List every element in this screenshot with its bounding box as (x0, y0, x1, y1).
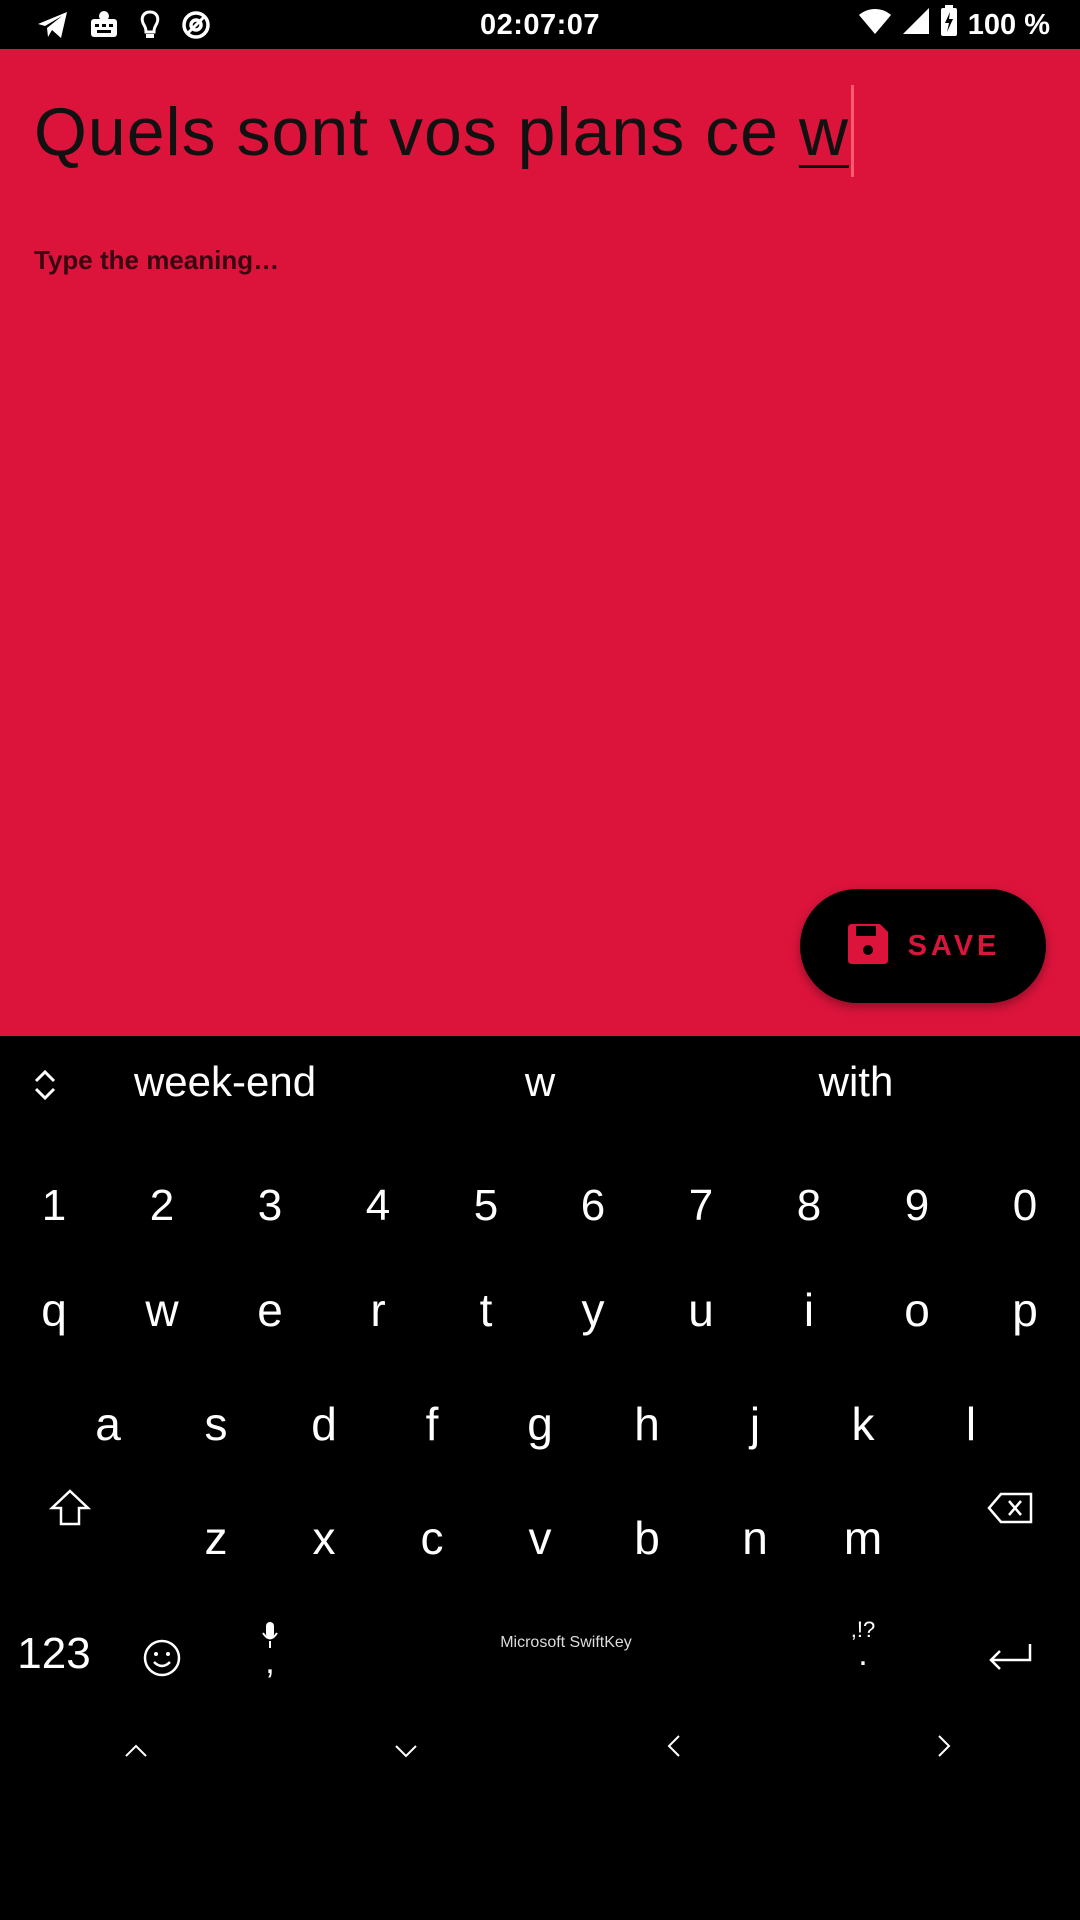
key-v[interactable]: v (500, 1508, 580, 1568)
keyboard: week-end w with 1 2 3 4 5 6 7 8 9 0 q w … (0, 1036, 1080, 1920)
enter-key[interactable] (960, 1596, 1060, 1670)
cursor-down-key[interactable] (366, 1712, 446, 1772)
key-0[interactable]: 0 (985, 1176, 1065, 1236)
key-g[interactable]: g (500, 1394, 580, 1454)
key-9[interactable]: 9 (877, 1176, 957, 1236)
suggestion-bar: week-end w with (0, 1036, 1080, 1126)
key-d[interactable]: d (284, 1394, 364, 1454)
expand-toolbar-icon[interactable] (30, 1068, 60, 1101)
save-button[interactable]: SAVE (800, 889, 1046, 1003)
key-y[interactable]: y (553, 1280, 633, 1340)
key-n[interactable]: n (715, 1508, 795, 1568)
key-f[interactable]: f (392, 1394, 472, 1454)
backspace-icon (987, 1492, 1033, 1524)
comma-key[interactable]: , (230, 1584, 310, 1694)
key-1[interactable]: 1 (14, 1176, 94, 1236)
key-l[interactable]: l (931, 1394, 1011, 1454)
text-caret (850, 85, 854, 177)
key-w[interactable]: w (122, 1280, 202, 1340)
key-2[interactable]: 2 (122, 1176, 202, 1236)
period-label: . (858, 1635, 868, 1673)
composing-word: w (798, 93, 849, 170)
enter-icon (989, 1644, 1032, 1670)
key-k[interactable]: k (823, 1394, 903, 1454)
save-icon (846, 922, 890, 971)
note-editor: Quels sont vos plans ce w Type the meani… (0, 49, 1080, 1036)
emoji-key[interactable] (122, 1596, 202, 1677)
signal-icon (902, 7, 930, 43)
key-c[interactable]: c (392, 1508, 472, 1568)
title-input[interactable]: Quels sont vos plans ce w (34, 85, 854, 183)
key-a[interactable]: a (68, 1394, 148, 1454)
comma-label: , (265, 1643, 275, 1681)
key-u[interactable]: u (661, 1280, 741, 1340)
chevron-down-icon (395, 1745, 417, 1758)
cursor-up-key[interactable] (96, 1712, 176, 1772)
chevron-up-icon (125, 1744, 147, 1757)
key-5[interactable]: 5 (446, 1176, 526, 1236)
battery-charging-icon (940, 5, 958, 45)
emoji-icon (143, 1639, 181, 1677)
suggestion-1[interactable]: week-end (105, 1058, 345, 1106)
key-3[interactable]: 3 (230, 1176, 310, 1236)
battery-level: 100 % (967, 8, 1050, 41)
space-bar[interactable]: Microsoft SwiftKey (450, 1634, 682, 1652)
chevron-right-icon (938, 1735, 951, 1757)
key-6[interactable]: 6 (553, 1176, 633, 1236)
key-z[interactable]: z (176, 1508, 256, 1568)
key-j[interactable]: j (715, 1394, 795, 1454)
key-q[interactable]: q (14, 1280, 94, 1340)
suggestion-2[interactable]: w (440, 1058, 640, 1106)
shift-key[interactable] (30, 1478, 110, 1538)
key-h[interactable]: h (607, 1394, 687, 1454)
key-e[interactable]: e (230, 1280, 310, 1340)
key-b[interactable]: b (607, 1508, 687, 1568)
key-m[interactable]: m (823, 1508, 903, 1568)
period-key[interactable]: ,!? . (823, 1584, 903, 1694)
key-7[interactable]: 7 (661, 1176, 741, 1236)
title-text: Quels sont vos plans ce (34, 93, 799, 170)
key-s[interactable]: s (176, 1394, 256, 1454)
suggestion-3[interactable]: with (756, 1058, 956, 1106)
key-4[interactable]: 4 (338, 1176, 418, 1236)
key-t[interactable]: t (446, 1280, 526, 1340)
cursor-left-key[interactable] (634, 1712, 714, 1772)
status-right-icons: 100 % (858, 5, 1050, 45)
backspace-key[interactable] (970, 1478, 1050, 1538)
key-p[interactable]: p (985, 1280, 1065, 1340)
numbers-mode-key[interactable]: 123 (0, 1624, 108, 1684)
key-o[interactable]: o (877, 1280, 957, 1340)
key-8[interactable]: 8 (769, 1176, 849, 1236)
status-bar: 02:07:07 100 % (0, 0, 1080, 49)
key-i[interactable]: i (769, 1280, 849, 1340)
cursor-right-key[interactable] (904, 1712, 984, 1772)
key-r[interactable]: r (338, 1280, 418, 1340)
key-x[interactable]: x (284, 1508, 364, 1568)
wifi-icon (858, 7, 892, 43)
shift-icon (48, 1489, 92, 1526)
save-label: SAVE (907, 929, 1001, 962)
meaning-input[interactable]: Type the meaning… (34, 245, 279, 276)
chevron-left-icon (667, 1735, 680, 1757)
